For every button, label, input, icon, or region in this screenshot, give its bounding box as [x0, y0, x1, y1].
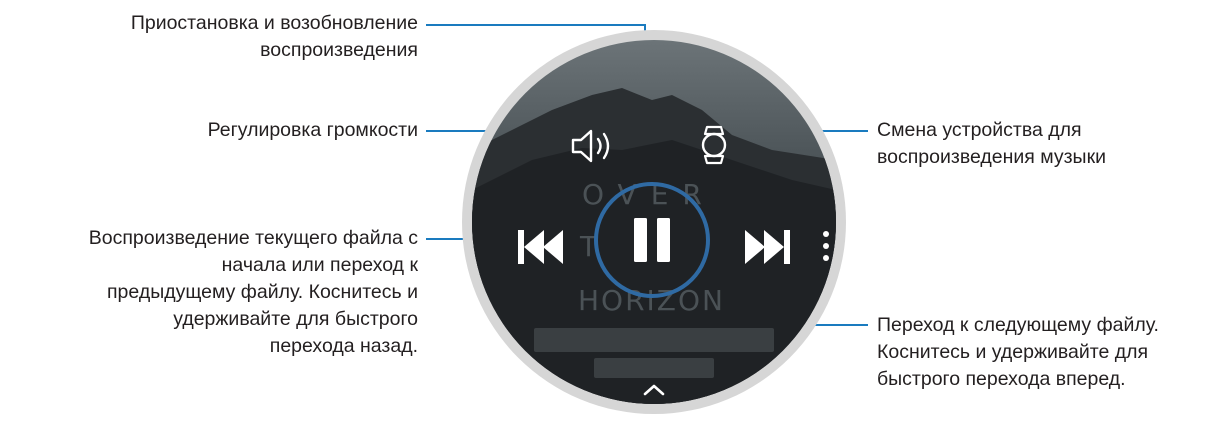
track-artist-placeholder	[594, 358, 714, 378]
pause-icon	[634, 218, 670, 262]
more-vertical-icon	[823, 231, 829, 261]
skip-previous-icon	[518, 230, 563, 264]
label-volume: Регулировка громкости	[207, 119, 418, 141]
label-previous: Воспроизведение текущего файла с начала …	[88, 227, 418, 357]
expand-button[interactable]	[640, 380, 668, 400]
next-button[interactable]	[740, 222, 796, 272]
volume-button[interactable]	[568, 124, 616, 168]
track-info-placeholder	[534, 328, 774, 352]
device-switch-button[interactable]	[694, 122, 734, 168]
speaker-icon	[571, 129, 610, 163]
more-options-button[interactable]	[818, 226, 834, 266]
watch-screen: OVER T HORIZON	[472, 40, 836, 404]
label-next: Переход к следующему файлу. Коснитесь и …	[877, 314, 1159, 390]
previous-button[interactable]	[512, 222, 568, 272]
chevron-up-icon	[643, 384, 665, 396]
label-pause-resume: Приостановка и возобновление воспроизвед…	[130, 12, 418, 61]
watch-icon	[701, 125, 727, 165]
watch-bezel: OVER T HORIZON	[462, 30, 846, 414]
skip-next-icon	[745, 230, 790, 264]
pause-resume-button[interactable]	[624, 212, 680, 268]
label-device-switch: Смена устройства для воспроизведения муз…	[877, 119, 1106, 168]
